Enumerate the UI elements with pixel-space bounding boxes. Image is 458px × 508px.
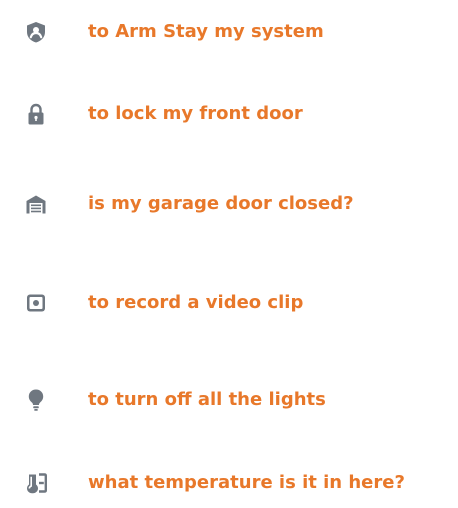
- garage-icon: [24, 192, 48, 216]
- command-item-record-video[interactable]: to record a video clip: [0, 283, 458, 323]
- camera-icon: [24, 291, 48, 315]
- security-shield-icon: [24, 20, 48, 44]
- command-label: to lock my front door: [88, 103, 303, 124]
- command-label: is my garage door closed?: [88, 193, 354, 214]
- thermostat-icon: [24, 471, 48, 495]
- command-label: what temperature is it in here?: [88, 472, 405, 493]
- command-label: to record a video clip: [88, 292, 304, 313]
- command-item-garage-door[interactable]: is my garage door closed?: [0, 184, 458, 224]
- voice-command-list: to Arm Stay my system to lock my front d…: [0, 0, 458, 508]
- command-item-lights-off[interactable]: to turn off all the lights: [0, 380, 458, 420]
- command-label: to turn off all the lights: [88, 389, 326, 410]
- lock-icon: [24, 102, 48, 126]
- command-item-arm-stay[interactable]: to Arm Stay my system: [0, 12, 458, 52]
- command-label: to Arm Stay my system: [88, 21, 324, 42]
- command-item-lock-door[interactable]: to lock my front door: [0, 94, 458, 134]
- light-bulb-icon: [24, 388, 48, 412]
- command-item-temperature[interactable]: what temperature is it in here?: [0, 463, 458, 503]
